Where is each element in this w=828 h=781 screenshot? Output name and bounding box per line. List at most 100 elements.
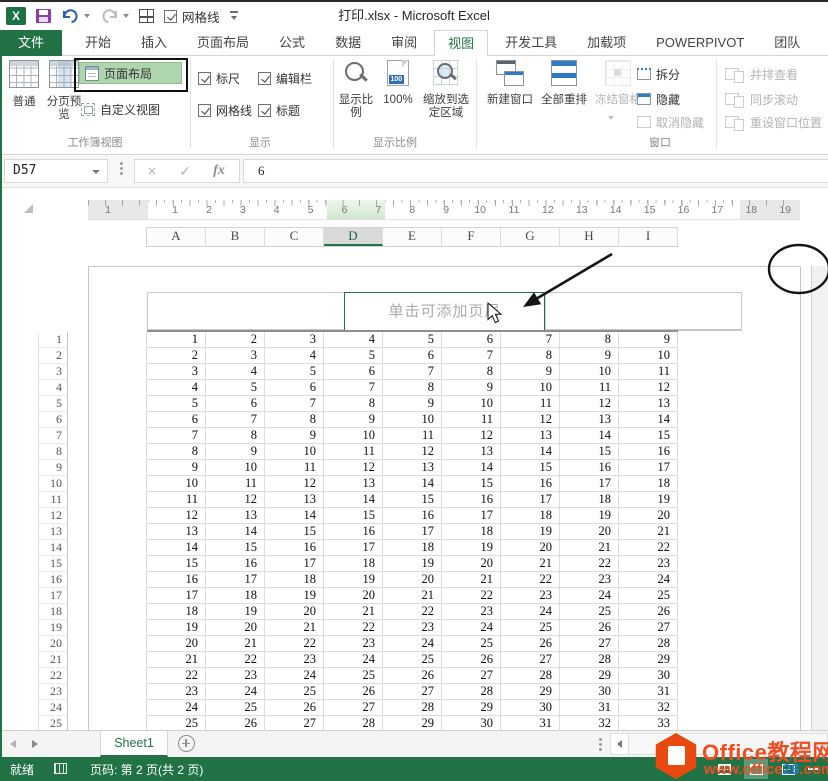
cell[interactable]: 18	[619, 476, 678, 492]
sheet-tab-sheet1[interactable]: Sheet1	[100, 731, 168, 757]
row-header-14[interactable]: 14	[39, 540, 67, 556]
cell[interactable]: 27	[324, 700, 383, 716]
cell[interactable]: 10	[383, 412, 442, 428]
cell[interactable]: 22	[619, 540, 678, 556]
cell[interactable]: 13	[619, 396, 678, 412]
cell[interactable]: 19	[265, 588, 324, 604]
cell[interactable]: 6	[324, 364, 383, 380]
cell[interactable]: 28	[324, 716, 383, 730]
row-header-5[interactable]: 5	[39, 396, 67, 412]
cell[interactable]: 26	[324, 684, 383, 700]
arrange-all-button[interactable]: 全部重排	[536, 60, 592, 107]
cell[interactable]: 15	[383, 492, 442, 508]
view-side-by-side-button[interactable]: 并排查看	[720, 63, 803, 85]
cell[interactable]: 25	[560, 604, 619, 620]
tab-公式[interactable]: 公式	[266, 30, 318, 56]
row-header-10[interactable]: 10	[39, 476, 67, 492]
cell[interactable]: 5	[206, 380, 265, 396]
cell[interactable]: 15	[560, 444, 619, 460]
cell[interactable]: 5	[324, 348, 383, 364]
cell[interactable]: 16	[501, 476, 560, 492]
row-header-1[interactable]: 1	[39, 332, 67, 348]
cell[interactable]: 1	[147, 332, 206, 348]
column-header-I[interactable]: I	[619, 228, 678, 246]
cell[interactable]: 13	[147, 524, 206, 540]
column-header-F[interactable]: F	[442, 228, 501, 246]
cell[interactable]: 29	[560, 668, 619, 684]
cell[interactable]: 18	[501, 508, 560, 524]
redo-dropdown[interactable]	[123, 14, 129, 18]
tab-POWERPIVOT[interactable]: POWERPIVOT	[643, 30, 757, 56]
cell[interactable]: 11	[324, 444, 383, 460]
cell[interactable]: 19	[501, 524, 560, 540]
page-layout-view-button[interactable]: 页面布局	[79, 62, 182, 84]
cell[interactable]: 24	[324, 652, 383, 668]
cell[interactable]: 32	[560, 716, 619, 730]
cell[interactable]: 11	[442, 412, 501, 428]
cell[interactable]: 21	[265, 620, 324, 636]
cell[interactable]: 10	[147, 476, 206, 492]
cell[interactable]: 24	[265, 668, 324, 684]
cell[interactable]: 10	[619, 348, 678, 364]
row-header-4[interactable]: 4	[39, 380, 67, 396]
cell[interactable]: 14	[501, 444, 560, 460]
cell[interactable]: 30	[501, 700, 560, 716]
cell[interactable]: 22	[147, 668, 206, 684]
row-header-25[interactable]: 25	[39, 716, 67, 730]
freeze-panes-dropdown-icon[interactable]	[608, 116, 614, 120]
cell[interactable]: 24	[501, 604, 560, 620]
cancel-icon[interactable]: ×	[135, 163, 169, 180]
custom-views-button[interactable]: 自定义视图	[76, 98, 186, 120]
cell[interactable]: 27	[442, 668, 501, 684]
cell[interactable]: 12	[324, 460, 383, 476]
cell[interactable]: 19	[147, 620, 206, 636]
row-header-23[interactable]: 23	[39, 684, 67, 700]
cell[interactable]: 13	[324, 476, 383, 492]
cell[interactable]: 13	[560, 412, 619, 428]
cell[interactable]: 13	[265, 492, 324, 508]
cell[interactable]: 21	[619, 524, 678, 540]
cell[interactable]: 14	[619, 412, 678, 428]
cell[interactable]: 7	[147, 428, 206, 444]
row-header-8[interactable]: 8	[39, 444, 67, 460]
cell[interactable]: 16	[442, 492, 501, 508]
cell[interactable]: 21	[501, 556, 560, 572]
cell[interactable]: 25	[501, 620, 560, 636]
cell[interactable]: 12	[619, 380, 678, 396]
new-sheet-button[interactable]	[178, 735, 195, 752]
tab-数据[interactable]: 数据	[322, 30, 374, 56]
cell[interactable]: 8	[442, 364, 501, 380]
cell[interactable]: 2	[206, 332, 265, 348]
qat-customize-icon[interactable]	[230, 10, 240, 22]
column-header-H[interactable]: H	[560, 228, 619, 246]
cell[interactable]: 23	[619, 556, 678, 572]
cell[interactable]: 10	[501, 380, 560, 396]
cell[interactable]: 4	[265, 348, 324, 364]
cell[interactable]: 9	[560, 348, 619, 364]
cell[interactable]: 17	[147, 588, 206, 604]
column-header-A[interactable]: A	[147, 228, 206, 246]
cell[interactable]: 30	[560, 684, 619, 700]
cell[interactable]: 23	[206, 668, 265, 684]
cell[interactable]: 15	[442, 476, 501, 492]
cell[interactable]: 22	[560, 556, 619, 572]
cell[interactable]: 18	[383, 540, 442, 556]
checkbox-编辑栏[interactable]: 编辑栏	[258, 70, 312, 87]
cell[interactable]: 24	[619, 572, 678, 588]
save-button[interactable]	[36, 9, 51, 23]
cell[interactable]: 10	[442, 396, 501, 412]
reset-window-position-button[interactable]: 重设窗口位置	[720, 111, 827, 133]
cell[interactable]: 20	[265, 604, 324, 620]
cell[interactable]: 16	[324, 524, 383, 540]
row-header-13[interactable]: 13	[39, 524, 67, 540]
cell[interactable]: 14	[383, 476, 442, 492]
cell[interactable]: 8	[206, 428, 265, 444]
cell[interactable]: 7	[206, 412, 265, 428]
cell[interactable]: 18	[560, 492, 619, 508]
tab-开发工具[interactable]: 开发工具	[492, 30, 570, 56]
row-header-15[interactable]: 15	[39, 556, 67, 572]
cell[interactable]: 9	[324, 412, 383, 428]
tab-开始[interactable]: 开始	[72, 30, 124, 56]
cell[interactable]: 5	[147, 396, 206, 412]
cell[interactable]: 9	[206, 444, 265, 460]
